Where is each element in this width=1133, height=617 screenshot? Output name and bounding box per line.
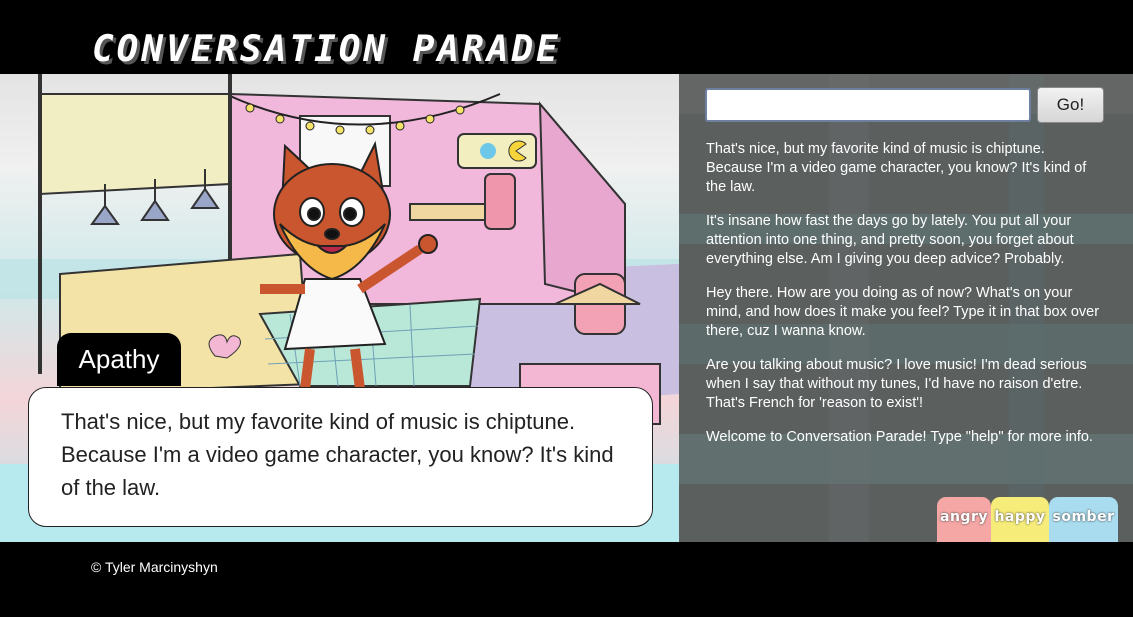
log-entry: Hey there. How are you doing as of now? …: [706, 285, 1100, 339]
main-area: Apathy That's nice, but my favorite kind…: [0, 74, 1133, 542]
chat-panel: Go! That's nice, but my favorite kind of…: [679, 74, 1133, 542]
conversation-log: That's nice, but my favorite kind of mus…: [706, 140, 1104, 462]
copyright-text: © Tyler Marcinyshyn: [91, 559, 218, 575]
speech-bubble: That's nice, but my favorite kind of mus…: [28, 387, 653, 527]
mood-happy-button[interactable]: happy: [991, 497, 1049, 542]
character-name-tag: Apathy: [57, 333, 181, 386]
log-entry: That's nice, but my favorite kind of mus…: [706, 141, 1087, 195]
mood-somber-button[interactable]: somber: [1049, 497, 1118, 542]
header-bar: CONVERSATION PARADE: [0, 0, 1133, 74]
footer-bar: © Tyler Marcinyshyn: [0, 542, 1133, 617]
mood-angry-button[interactable]: angry: [937, 497, 991, 542]
chat-input[interactable]: [705, 88, 1031, 122]
log-entry: It's insane how fast the days go by late…: [706, 213, 1074, 267]
go-button[interactable]: Go!: [1037, 87, 1104, 123]
log-entry: Welcome to Conversation Parade! Type "he…: [706, 429, 1093, 445]
scene-panel: Apathy That's nice, but my favorite kind…: [0, 74, 679, 542]
app-title: CONVERSATION PARADE: [92, 29, 561, 70]
log-entry: Are you talking about music? I love musi…: [706, 357, 1087, 411]
